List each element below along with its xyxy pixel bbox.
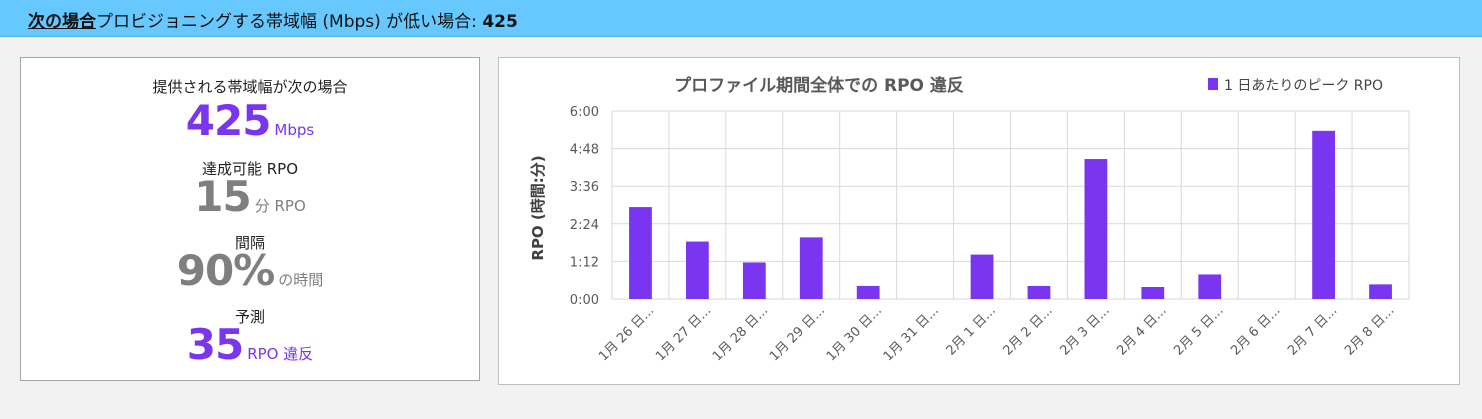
header-text: 次の場合プロビジョニングする帯域幅 (Mbps) が低い場合: 425 bbox=[28, 7, 518, 32]
chart-panel: プロファイル期間全体での RPO 違反 1 日あたりのピーク RPO RPO (… bbox=[498, 57, 1460, 385]
y-axis-title: RPO (時間:分) bbox=[529, 155, 547, 260]
x-tick-label: 1月 28 日... bbox=[710, 303, 771, 364]
x-tick-label: 2月 5 日... bbox=[1171, 303, 1226, 358]
bar bbox=[1141, 286, 1165, 299]
x-tick-label: 2月 1 日... bbox=[944, 303, 999, 358]
rpo-value: 15 bbox=[194, 172, 251, 221]
chart-title: プロファイル期間全体での RPO 違反 bbox=[674, 75, 964, 96]
bar bbox=[1084, 159, 1108, 299]
bar bbox=[1198, 274, 1222, 299]
x-tick-label: 1月 31 日... bbox=[881, 303, 942, 364]
header-description: プロビジョニングする帯域幅 (Mbps) が低い場合: bbox=[96, 12, 477, 32]
bandwidth-stat: 425 Mbps bbox=[21, 96, 479, 145]
x-tick-label: 2月 4 日... bbox=[1114, 303, 1169, 358]
forecast-unit: RPO 違反 bbox=[247, 345, 314, 363]
x-tick-label: 2月 2 日... bbox=[1000, 303, 1055, 358]
summary-panel: 提供される帯域幅が次の場合 425 Mbps 達成可能 RPO 15 分 RPO 間… bbox=[20, 57, 480, 381]
x-tick-label: 2月 8 日... bbox=[1342, 303, 1397, 358]
y-tick-label: 3:36 bbox=[570, 180, 599, 195]
header-value: 425 bbox=[482, 12, 518, 32]
bar bbox=[742, 262, 766, 299]
x-tick-label: 2月 7 日... bbox=[1285, 303, 1340, 358]
forecast-value: 35 bbox=[186, 320, 244, 369]
interval-stat: 90% の時間 bbox=[21, 246, 479, 295]
bandwidth-label: 提供される帯域幅が次の場合 bbox=[152, 78, 348, 96]
legend-label: 1 日あたりのピーク RPO bbox=[1224, 78, 1383, 94]
bar bbox=[799, 237, 823, 299]
bar bbox=[1027, 285, 1051, 299]
x-tick-label: 2月 3 日... bbox=[1057, 303, 1112, 358]
forecast-stat: 35 RPO 違反 bbox=[21, 320, 479, 369]
x-tick-label: 1月 26 日... bbox=[596, 303, 657, 364]
y-tick-label: 2:24 bbox=[570, 218, 599, 233]
bar bbox=[686, 241, 709, 299]
interval-unit: の時間 bbox=[278, 271, 324, 289]
rpo-stat: 15 分 RPO bbox=[21, 172, 479, 221]
y-tick-label: 6:00 bbox=[570, 105, 599, 120]
legend-swatch bbox=[1208, 78, 1218, 90]
header-prefix: 次の場合 bbox=[28, 12, 96, 32]
header-bar: 次の場合プロビジョニングする帯域幅 (Mbps) が低い場合: 425 bbox=[0, 0, 1482, 37]
bandwidth-value: 425 bbox=[185, 96, 272, 145]
rpo-violation-chart: プロファイル期間全体での RPO 違反 1 日あたりのピーク RPO RPO (… bbox=[529, 75, 1410, 364]
y-tick-label: 0:00 bbox=[570, 293, 599, 308]
y-tick-label: 1:12 bbox=[570, 255, 599, 270]
interval-value: 90% bbox=[176, 246, 276, 295]
bar bbox=[970, 254, 994, 299]
rpo-unit: 分 RPO bbox=[254, 197, 306, 215]
bandwidth-unit: Mbps bbox=[274, 121, 315, 139]
x-tick-label: 1月 27 日... bbox=[653, 303, 714, 364]
bar bbox=[1312, 130, 1335, 299]
x-tick-label: 1月 29 日... bbox=[767, 303, 828, 364]
x-tick-label: 2月 6 日... bbox=[1228, 303, 1283, 358]
bar bbox=[1369, 284, 1392, 299]
x-tick-label: 1月 30 日... bbox=[824, 303, 885, 364]
bar bbox=[629, 207, 652, 299]
y-tick-label: 4:48 bbox=[570, 143, 599, 158]
bar bbox=[856, 285, 880, 299]
